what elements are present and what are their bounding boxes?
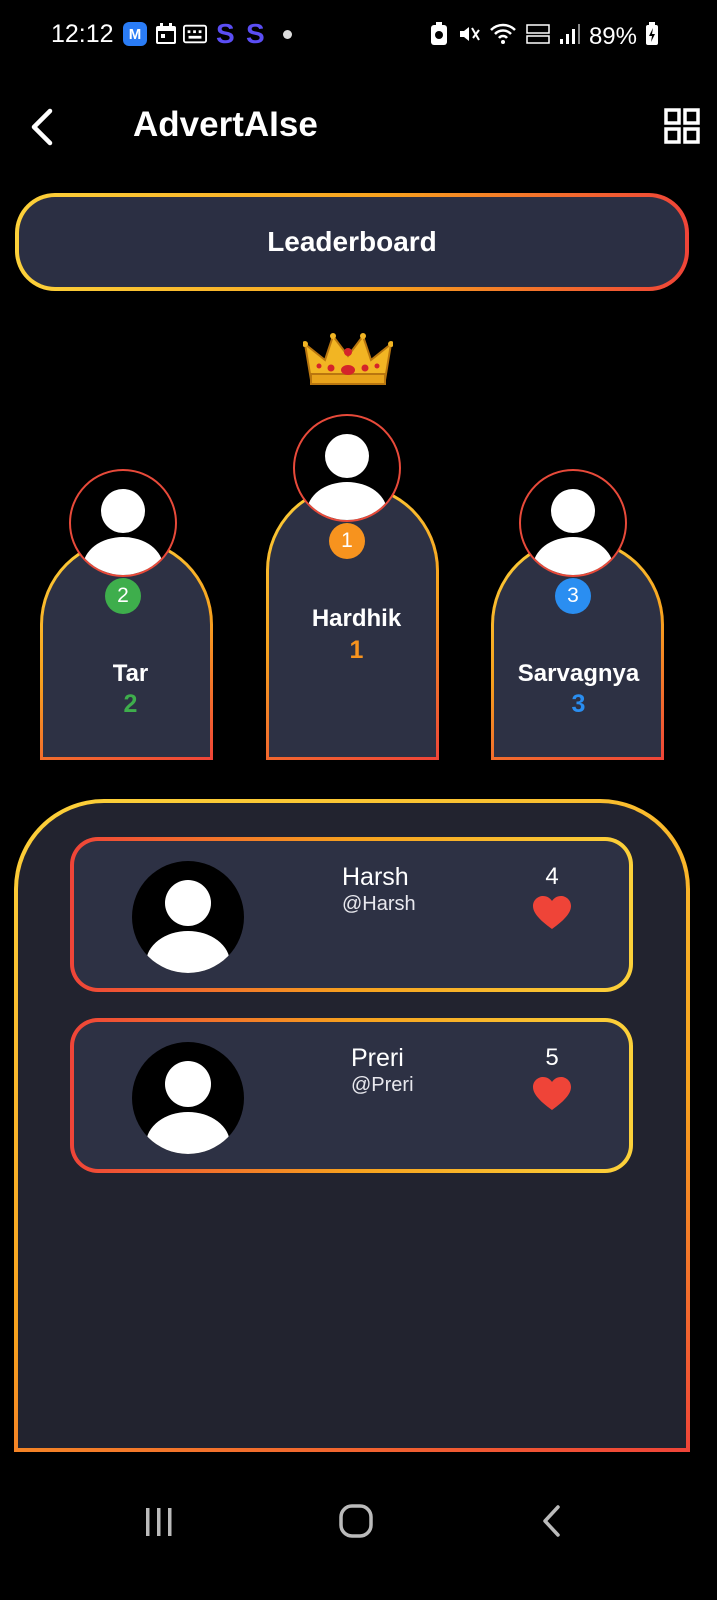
chevron-left-icon [31, 108, 53, 146]
avatar [132, 861, 244, 973]
home-icon [339, 1504, 373, 1538]
wifi-icon [489, 22, 517, 51]
s-app-icon: S [216, 18, 235, 49]
grid-icon [664, 108, 700, 144]
list-item-handle: @Preri [351, 1074, 414, 1096]
list-item-score: 5 [545, 1044, 559, 1071]
m-app-icon: M [123, 22, 147, 46]
keyboard-icon [183, 22, 207, 46]
home-button[interactable] [338, 1503, 374, 1539]
heart-icon[interactable] [532, 895, 572, 931]
recents-icon [146, 1508, 172, 1536]
user-icon [307, 434, 387, 520]
podium-name: Tar [112, 660, 149, 687]
notification-dot-icon [283, 30, 292, 39]
avatar [132, 1042, 244, 1154]
battery-icon [645, 22, 659, 51]
list-item-name: Harsh [342, 863, 409, 891]
rank-badge: 2 [105, 578, 141, 614]
avatar[interactable] [519, 469, 627, 577]
leaderboard-button[interactable]: Leaderboard [15, 193, 689, 291]
list-item-name: Preri [351, 1044, 404, 1072]
list-item[interactable]: Harsh @Harsh 4 [70, 837, 633, 992]
status-right: 89% [429, 22, 659, 51]
rank-badge: 1 [329, 523, 365, 559]
mute-icon [457, 22, 481, 51]
podium-score: 1 [349, 636, 364, 664]
crown-icon [302, 330, 394, 388]
status-time: 12:12 [51, 20, 114, 48]
s-app-icon: S [246, 18, 265, 49]
battery-saver-icon [429, 22, 449, 51]
rank-badge: 3 [555, 578, 591, 614]
user-icon [83, 489, 163, 575]
avatar[interactable] [69, 469, 177, 577]
app-title: AdvertAIse [133, 105, 318, 144]
battery-percentage: 89% [588, 22, 637, 50]
user-icon [533, 489, 613, 575]
avatar[interactable] [293, 414, 401, 522]
list-item[interactable]: Preri @Preri 5 [70, 1018, 633, 1173]
list-item-handle: @Harsh [342, 893, 416, 915]
user-icon [146, 880, 230, 973]
user-icon [146, 1061, 230, 1154]
recents-button[interactable] [143, 1506, 175, 1538]
heart-icon[interactable] [532, 1076, 572, 1112]
system-back-button[interactable] [540, 1503, 564, 1539]
calendar-icon [154, 22, 178, 46]
volte-icon [525, 22, 551, 51]
podium-score: 2 [123, 690, 138, 718]
podium-name: Sarvagnya [517, 660, 640, 687]
back-button[interactable] [26, 105, 60, 149]
list-item-score: 4 [545, 863, 559, 890]
grid-view-button[interactable] [664, 108, 700, 144]
signal-icon [559, 22, 581, 51]
podium-name: Hardhik [311, 605, 402, 632]
podium-score: 3 [571, 690, 586, 718]
chevron-left-icon [543, 1505, 560, 1537]
